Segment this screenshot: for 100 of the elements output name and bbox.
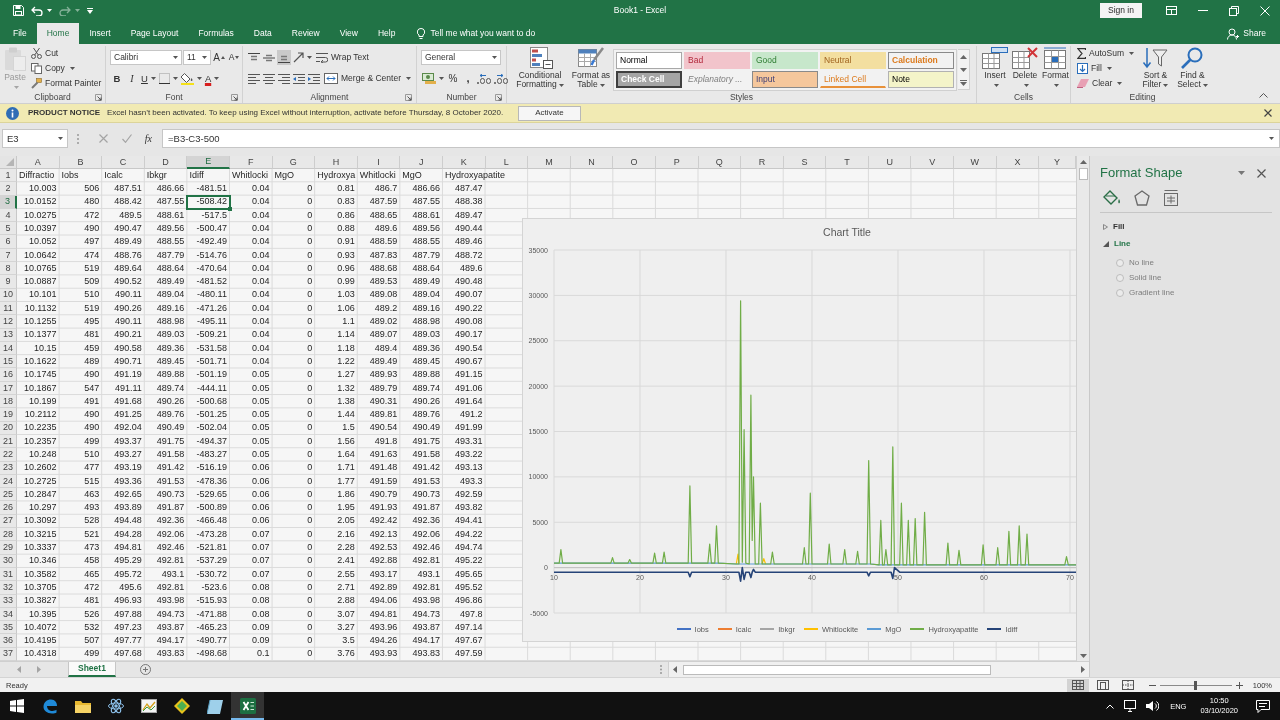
name-box[interactable]: E3 [2,129,68,148]
column-header[interactable]: L [485,156,529,169]
format-painter-button[interactable]: Format Painter [29,76,104,91]
insert-function-button[interactable]: fx [144,132,152,145]
row-header[interactable]: 19 [0,408,17,422]
ribbon-tab[interactable]: Data [243,23,282,44]
tell-me-button[interactable]: Tell me what you want to do [405,23,536,44]
cell-style-option[interactable]: Input [752,71,818,88]
column-header[interactable]: E [187,156,230,169]
row-header[interactable]: 15 [0,355,17,369]
row-header[interactable]: 16 [0,368,17,382]
view-button[interactable] [1066,678,1089,692]
row-header[interactable]: 36 [0,634,17,648]
cell-style-option[interactable]: Normal [616,52,682,69]
ribbon-tab[interactable]: Help [367,23,406,44]
clear-button[interactable]: Clear [1075,76,1136,91]
row-header[interactable]: 2 [0,182,17,196]
column-header[interactable]: P [655,156,699,169]
slider-thumb[interactable] [1194,680,1198,690]
column-header[interactable]: I [357,156,401,169]
column-header[interactable]: O [613,156,656,169]
cut-button[interactable]: Cut [29,46,104,61]
shrink-font-button[interactable]: A [227,50,241,65]
selected-cell[interactable]: -508.42 [187,195,230,209]
row-header[interactable]: 5 [0,222,17,236]
row-header[interactable]: 22 [0,448,17,462]
column-header[interactable]: N [570,156,614,169]
ribbon-tab[interactable]: Home [36,23,80,44]
row-header[interactable]: 6 [0,235,17,249]
sort-filter-button[interactable]: Sort & Filter [1137,46,1173,90]
pane-tab[interactable] [1131,189,1153,207]
number-format-dropdown[interactable]: General [421,50,501,65]
row-header[interactable]: 29 [0,541,17,555]
decrease-indent-button[interactable] [292,71,306,86]
row-header[interactable]: 9 [0,275,17,289]
launcher-icon[interactable] [231,94,238,101]
cell-style-option[interactable]: Bad [684,52,750,69]
ribbon-tab[interactable]: Page Layout [120,23,189,44]
merge-center-button[interactable]: Merge & Center [322,71,413,86]
launcher-icon[interactable] [405,94,412,101]
font-size-dropdown[interactable]: 11 [183,50,211,65]
accounting-format-button[interactable] [421,71,445,86]
cell-style-option[interactable]: Good [752,52,818,69]
share-button[interactable]: Share [1227,23,1266,44]
cell-style-option[interactable]: Neutral [820,52,886,69]
section-header[interactable]: Line [1090,235,1131,252]
column-header[interactable]: A [17,156,60,169]
column-header[interactable]: Y [1039,156,1076,169]
column-header[interactable]: F [229,156,273,169]
column-header[interactable]: C [102,156,145,169]
font-name-dropdown[interactable]: Calibri [110,50,182,65]
column-header[interactable]: M [528,156,571,169]
increase-indent-button[interactable] [307,71,321,86]
vertical-align-button[interactable] [277,50,291,65]
comma-style-button[interactable]: , [461,71,475,86]
ribbon-tab[interactable]: View [329,23,368,44]
row-header[interactable]: 8 [0,262,17,276]
sign-in-button[interactable]: Sign in [1100,3,1142,18]
find-select-button[interactable]: Find & Select [1175,46,1210,90]
close-button[interactable] [1262,107,1274,119]
grow-font-button[interactable]: A [212,50,226,65]
column-header[interactable]: V [911,156,955,169]
row-header[interactable]: 25 [0,488,17,502]
percent-button[interactable]: % [446,71,460,86]
autosum-button[interactable]: AutoSum [1075,46,1136,61]
section-header[interactable]: Fill [1090,218,1125,235]
format-cells-button[interactable]: Format [1041,46,1070,90]
scrollbar-thumb[interactable] [683,664,991,675]
column-header[interactable]: S [783,156,827,169]
column-header[interactable]: G [272,156,316,169]
sheet-tab[interactable]: Sheet1 [68,662,116,677]
fill-color-button[interactable] [179,71,203,86]
conditional-formatting-button[interactable]: Conditional Formatting [511,46,569,90]
wrap-text-button[interactable]: Wrap Text [314,50,371,65]
column-header[interactable]: H [315,156,358,169]
column-header[interactable]: R [741,156,784,169]
column-header[interactable]: W [954,156,997,169]
column-header[interactable]: U [868,156,912,169]
collapse-ribbon-button[interactable] [1259,93,1268,98]
bold-button[interactable]: B [110,71,124,86]
column-header[interactable]: B [59,156,103,169]
ribbon-tab[interactable]: Formulas [188,23,244,44]
save-button[interactable] [13,2,24,19]
launcher-icon[interactable] [495,94,502,101]
format-as-table-button[interactable]: Format as Table [570,46,612,90]
row-header[interactable]: 28 [0,528,17,542]
fill-button[interactable]: Fill [1075,61,1136,76]
row-header[interactable]: 1 [0,169,17,183]
row-header[interactable]: 12 [0,315,17,329]
column-header[interactable]: K [442,156,486,169]
horizontal-align-button[interactable] [277,71,291,86]
delete-cells-button[interactable]: Delete [1011,46,1039,90]
borders-button[interactable] [157,71,179,86]
italic-button[interactable]: I [125,71,139,86]
formula-field[interactable]: =B3-C3-500 [162,129,1280,148]
scrollbar-thumb[interactable] [1078,168,1088,180]
row-header[interactable]: 18 [0,395,17,409]
horizontal-align-button[interactable] [247,71,261,86]
row-header[interactable]: 32 [0,581,17,595]
column-header[interactable]: D [144,156,188,169]
